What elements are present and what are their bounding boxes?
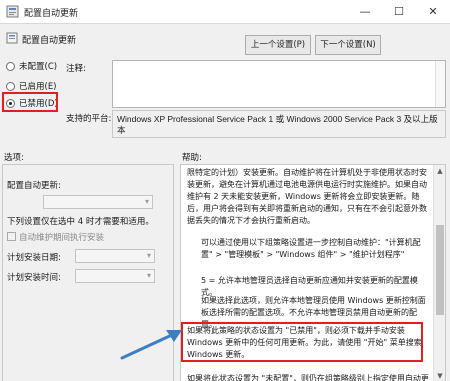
scroll-up-arrow-icon[interactable]: ▲ bbox=[434, 165, 445, 177]
window-title: 配置自动更新 bbox=[24, 9, 79, 19]
radio-not-configured[interactable]: 未配置(C) bbox=[6, 59, 57, 73]
comment-scrollbar[interactable] bbox=[435, 61, 445, 107]
schedule-time-label: 计划安装时间: bbox=[7, 273, 61, 283]
disabled-highlight-box bbox=[2, 92, 58, 112]
help-paragraph: 如果将此状态设置为 "未配置"，则仍在组策略级别上指定使用自动更新。 bbox=[187, 374, 429, 381]
policy-header: 配置自动更新 上一个设置(P) 下一个设置(N) bbox=[0, 24, 450, 55]
radio-button[interactable] bbox=[6, 81, 15, 91]
policy-window-icon bbox=[6, 5, 19, 18]
comment-label: 注释: bbox=[66, 64, 86, 74]
radio-enabled[interactable]: 已启用(E) bbox=[6, 79, 57, 93]
close-button[interactable]: ✕ bbox=[416, 0, 450, 24]
disabled-help-highlight-box bbox=[181, 322, 423, 362]
previous-setting-button[interactable]: 上一个设置(P) bbox=[245, 35, 311, 55]
radio-label: 已启用(E) bbox=[19, 82, 57, 92]
scroll-down-arrow-icon[interactable]: ▼ bbox=[434, 370, 445, 381]
scroll-thumb[interactable] bbox=[436, 225, 444, 315]
help-section-label: 帮助: bbox=[182, 153, 202, 163]
options-note: 下列设置仅在选中 4 时才需要和适用。 bbox=[7, 217, 154, 227]
schedule-day-dropdown[interactable] bbox=[75, 249, 155, 263]
title-bar: 配置自动更新 — ☐ ✕ bbox=[0, 0, 450, 24]
maximize-button[interactable]: ☐ bbox=[382, 0, 416, 24]
platform-value: Windows XP Professional Service Pack 1 或… bbox=[112, 110, 446, 138]
policy-setting-icon bbox=[6, 32, 18, 44]
annotation-arrow-icon bbox=[120, 330, 182, 360]
maintenance-label: 自动维护期间执行安装 bbox=[19, 233, 105, 243]
configure-updates-dropdown[interactable] bbox=[43, 195, 153, 209]
options-section-label: 选项: bbox=[4, 153, 24, 163]
maintenance-checkbox[interactable] bbox=[7, 232, 16, 241]
configure-updates-label: 配置自动更新: bbox=[7, 181, 61, 191]
radio-label: 未配置(C) bbox=[19, 62, 58, 72]
help-paragraph: 限特定的计划）安装更新。自动维护将在计算机处于非使用状态时安装更新，避免在计算机… bbox=[187, 168, 427, 225]
schedule-time-dropdown[interactable] bbox=[75, 269, 155, 283]
policy-name: 配置自动更新 bbox=[22, 36, 77, 46]
help-scrollbar[interactable]: ▲ ▼ bbox=[433, 165, 445, 381]
comment-textarea[interactable] bbox=[112, 60, 446, 108]
next-setting-button[interactable]: 下一个设置(N) bbox=[315, 35, 381, 55]
schedule-day-label: 计划安装日期: bbox=[7, 253, 61, 263]
help-paragraph: 可以通过使用以下组策略设置进一步控制自动维护："计算机配置" > "管理模板" … bbox=[201, 238, 421, 259]
radio-button[interactable] bbox=[6, 61, 15, 71]
platform-label: 支持的平台: bbox=[66, 114, 112, 124]
minimize-button[interactable]: — bbox=[348, 0, 382, 24]
